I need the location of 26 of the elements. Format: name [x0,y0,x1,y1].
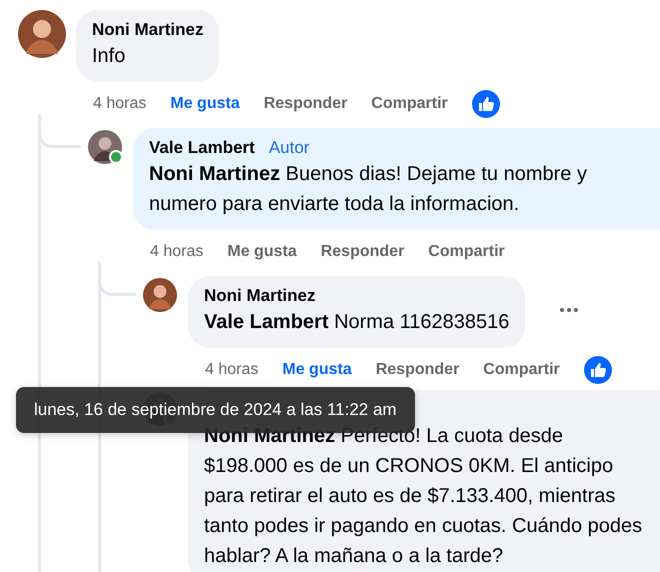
like-button[interactable]: Me gusta [170,95,240,113]
timestamp-tooltip: lunes, 16 de septiembre de 2024 a las 11:22 am [16,387,415,433]
comment-text: Info [92,44,126,69]
share-button[interactable]: Compartir [371,95,448,113]
like-button[interactable]: Me gusta [227,243,297,261]
share-button[interactable]: Compartir [483,361,560,379]
comment-author[interactable]: Noni Martinez [204,285,316,307]
comment-author[interactable]: Vale Lambert [149,137,255,159]
comment-text: Noni Martinez Buenos dias! Dejame tu nombre y numero para enviarte toda la informacion. [149,162,588,217]
avatar[interactable] [18,10,66,58]
more-options-button[interactable] [560,308,578,312]
share-button[interactable]: Compartir [428,243,505,261]
comment-time[interactable]: 4 horas [93,95,146,113]
reply-button[interactable]: Responder [320,243,404,261]
more-icon [560,308,578,312]
reply-button[interactable]: Responder [376,361,460,379]
comment-text: Vale Lambert Norma 1162838516 [204,310,510,335]
reply-button[interactable]: Responder [264,95,348,113]
comment-author[interactable]: Noni Martinez [92,19,204,41]
like-reaction-icon [584,356,612,384]
author-label: Autor [268,137,310,159]
like-reaction-icon [472,90,500,118]
comment-time[interactable]: 4 horas [150,243,204,261]
comment-time[interactable]: 4 horas [205,361,258,379]
like-button[interactable]: Me gusta [282,361,352,379]
avatar[interactable] [143,278,177,312]
